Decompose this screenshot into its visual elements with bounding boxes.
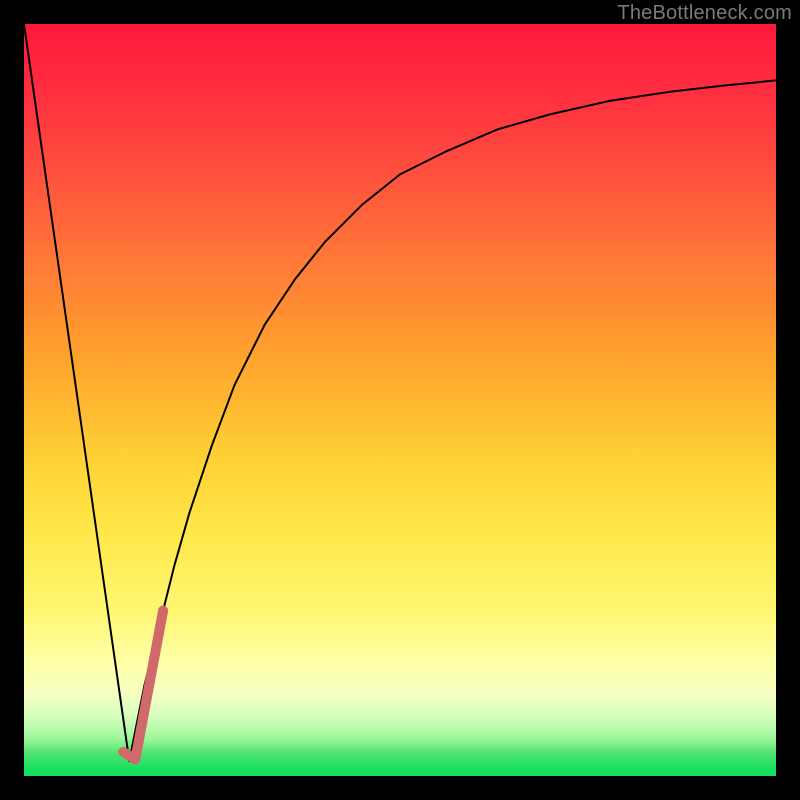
chart-frame: TheBottleneck.com [0,0,800,800]
chart-svg [24,24,776,776]
series-left-falling-segment [24,24,129,761]
series-right-rising-curve [129,80,776,761]
series-hook-marker [123,611,163,760]
watermark-text: TheBottleneck.com [617,2,792,25]
